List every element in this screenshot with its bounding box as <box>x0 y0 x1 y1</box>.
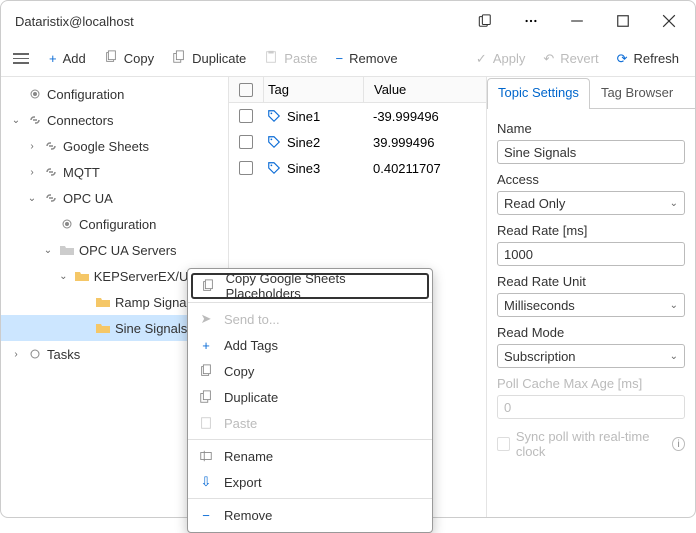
plus-icon: + <box>49 51 57 66</box>
add-button[interactable]: +Add <box>41 47 94 70</box>
table-header: Tag Value <box>229 77 486 103</box>
row-checkbox[interactable] <box>239 109 253 123</box>
tree-item-opc-ua[interactable]: ⌄OPC UA <box>1 185 228 211</box>
menu-icon[interactable] <box>9 49 33 68</box>
select-access[interactable]: Read Only⌄ <box>497 191 685 215</box>
refresh-icon: ⟳ <box>617 51 628 67</box>
tag-value: -39.999496 <box>363 109 486 124</box>
tree-item-mqtt[interactable]: ›MQTT <box>1 159 228 185</box>
ctx-duplicate[interactable]: Duplicate <box>188 384 432 410</box>
column-header-value[interactable]: Value <box>363 77 486 102</box>
ctx-paste: Paste <box>188 410 432 436</box>
copy-icon <box>104 50 118 67</box>
tag-name: Sine2 <box>287 135 320 150</box>
input-poll-cache: 0 <box>497 395 685 419</box>
label-sync-poll: Sync poll with real-time clock <box>516 429 666 459</box>
duplicate-icon <box>172 50 186 67</box>
label-read-rate-unit: Read Rate Unit <box>497 274 685 289</box>
tag-name: Sine3 <box>287 161 320 176</box>
select-all-checkbox[interactable] <box>239 83 253 97</box>
select-read-rate-unit[interactable]: Milliseconds⌄ <box>497 293 685 317</box>
send-icon: ➤ <box>198 311 214 327</box>
tree-item-opc-ua-configuration[interactable]: ›Configuration <box>1 211 228 237</box>
paste-icon <box>198 416 214 430</box>
title-bar: Dataristix@localhost <box>1 1 695 41</box>
rename-icon <box>198 449 214 463</box>
ellipsis-icon[interactable] <box>509 5 553 37</box>
minus-icon: − <box>336 51 344 66</box>
ctx-copy-google-sheets[interactable]: Copy Google Sheets Placeholders <box>191 273 429 299</box>
copy-icon <box>200 279 216 293</box>
duplicate-icon <box>198 390 214 404</box>
refresh-button[interactable]: ⟳Refresh <box>609 47 687 71</box>
info-icon[interactable]: i <box>672 437 685 451</box>
tree-item-opc-ua-servers[interactable]: ⌄OPC UA Servers <box>1 237 228 263</box>
table-row[interactable]: Sine2 39.999496 <box>229 129 486 155</box>
tablet-mode-icon[interactable] <box>463 5 507 37</box>
copy-icon <box>198 364 214 378</box>
tab-topic-settings[interactable]: Topic Settings <box>487 78 590 109</box>
duplicate-button[interactable]: Duplicate <box>164 46 254 71</box>
label-name: Name <box>497 121 685 136</box>
chevron-down-icon: ⌄ <box>670 198 678 209</box>
ctx-rename[interactable]: Rename <box>188 443 432 469</box>
ctx-send-to: ➤Send to... <box>188 306 432 332</box>
row-checkbox[interactable] <box>239 161 253 175</box>
tag-name: Sine1 <box>287 109 320 124</box>
ctx-remove[interactable]: −Remove <box>188 502 432 528</box>
input-name[interactable]: Sine Signals <box>497 140 685 164</box>
label-read-mode: Read Mode <box>497 325 685 340</box>
select-read-mode[interactable]: Subscription⌄ <box>497 344 685 368</box>
paste-icon <box>264 50 278 67</box>
label-poll-cache: Poll Cache Max Age [ms] <box>497 376 685 391</box>
paste-button: Paste <box>256 46 325 71</box>
tag-icon <box>267 161 281 175</box>
remove-button[interactable]: −Remove <box>328 47 406 70</box>
window-title: Dataristix@localhost <box>15 14 463 29</box>
input-read-rate[interactable]: 1000 <box>497 242 685 266</box>
tree-item-configuration[interactable]: ▾Configuration <box>1 81 228 107</box>
chevron-down-icon: ⌄ <box>670 300 678 311</box>
revert-button: ↶Revert <box>535 47 606 71</box>
tree-item-connectors[interactable]: ⌄Connectors <box>1 107 228 133</box>
label-access: Access <box>497 172 685 187</box>
export-icon: ⇩ <box>198 474 214 490</box>
tag-icon <box>267 135 281 149</box>
tree-item-google-sheets[interactable]: ›Google Sheets <box>1 133 228 159</box>
ctx-copy[interactable]: Copy <box>188 358 432 384</box>
ctx-export[interactable]: ⇩Export <box>188 469 432 495</box>
minimize-button[interactable] <box>555 5 599 37</box>
toolbar: +Add Copy Duplicate Paste −Remove ✓Apply… <box>1 41 695 77</box>
copy-button[interactable]: Copy <box>96 46 162 71</box>
checkbox-sync-poll <box>497 437 510 451</box>
minus-icon: − <box>198 508 214 523</box>
context-menu: Copy Google Sheets Placeholders ➤Send to… <box>187 268 433 533</box>
label-read-rate: Read Rate [ms] <box>497 223 685 238</box>
tag-icon <box>267 109 281 123</box>
plus-icon: + <box>198 338 214 353</box>
maximize-button[interactable] <box>601 5 645 37</box>
row-checkbox[interactable] <box>239 135 253 149</box>
chevron-down-icon: ⌄ <box>670 351 678 362</box>
close-button[interactable] <box>647 5 691 37</box>
tag-value: 0.40211707 <box>363 161 486 176</box>
check-icon: ✓ <box>476 51 487 67</box>
properties-panel: Topic Settings Tag Browser Name Sine Sig… <box>487 77 695 517</box>
tab-tag-browser[interactable]: Tag Browser <box>590 78 684 109</box>
column-header-tag[interactable]: Tag <box>263 77 363 102</box>
undo-icon: ↶ <box>543 51 554 67</box>
table-row[interactable]: Sine1 -39.999496 <box>229 103 486 129</box>
ctx-add-tags[interactable]: +Add Tags <box>188 332 432 358</box>
tag-value: 39.999496 <box>363 135 486 150</box>
table-row[interactable]: Sine3 0.40211707 <box>229 155 486 181</box>
apply-button: ✓Apply <box>468 47 533 71</box>
